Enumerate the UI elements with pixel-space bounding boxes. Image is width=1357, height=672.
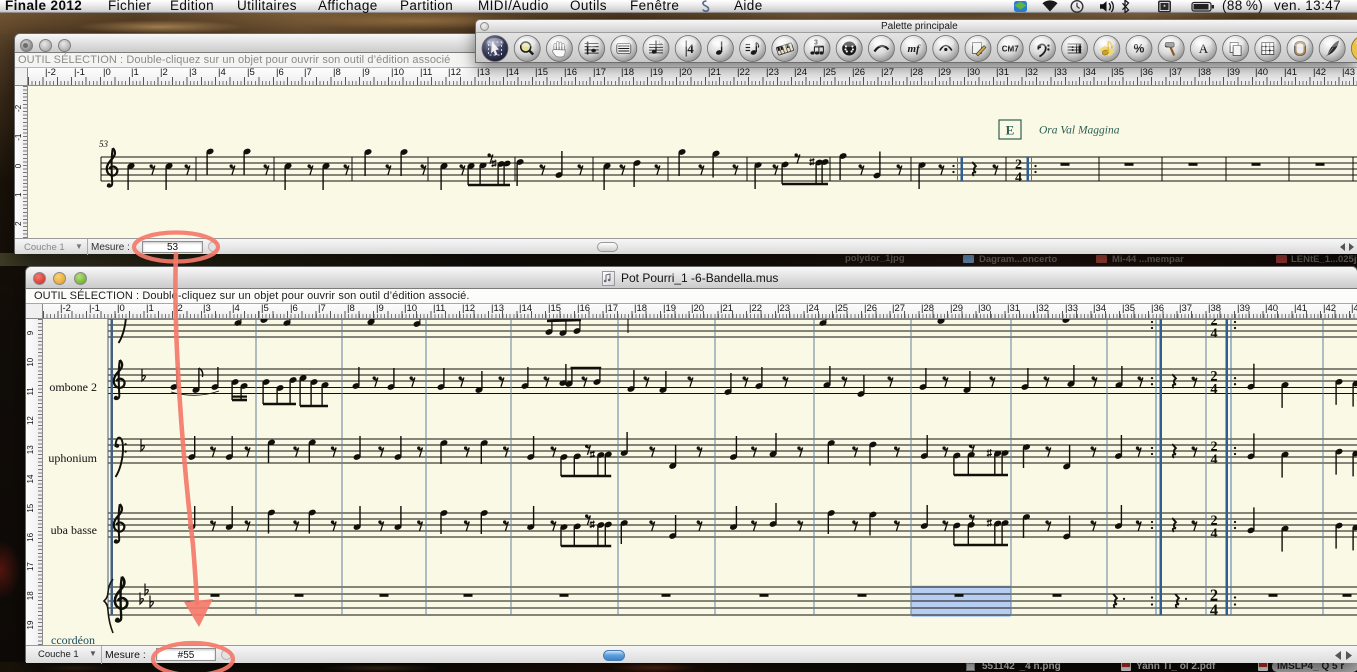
- svg-text:11: 11: [26, 387, 35, 396]
- svg-text:4: 4: [1210, 600, 1218, 619]
- svg-text:18: 18: [26, 591, 35, 600]
- svg-text:14: 14: [26, 474, 35, 483]
- svg-text:uphonium: uphonium: [48, 451, 97, 465]
- svg-text:19: 19: [26, 620, 35, 629]
- svg-text:uba basse: uba basse: [51, 523, 97, 537]
- svg-text:1: 1: [15, 192, 23, 197]
- svg-text:*: *: [1163, 4, 1166, 11]
- svg-text:E: E: [1006, 123, 1015, 138]
- svg-text:15: 15: [26, 503, 35, 512]
- svg-text:16: 16: [26, 532, 35, 541]
- svg-text:2: 2: [15, 221, 23, 226]
- svg-text:10: 10: [26, 357, 35, 366]
- svg-text:13: 13: [26, 445, 35, 454]
- svg-text:4: 4: [1015, 169, 1022, 185]
- svg-text:9: 9: [26, 330, 35, 335]
- svg-text:4: 4: [1210, 525, 1217, 541]
- svg-text:53: 53: [99, 139, 109, 149]
- svg-text:-1: -1: [15, 133, 23, 141]
- svg-text:12: 12: [26, 416, 35, 425]
- svg-text:ombone 2: ombone 2: [49, 380, 97, 394]
- svg-text:ccordéon: ccordéon: [51, 633, 95, 645]
- svg-text:-2: -2: [15, 104, 23, 112]
- svg-text:Ora Val Maggina: Ora Val Maggina: [1039, 125, 1120, 137]
- svg-text:4: 4: [1210, 382, 1217, 398]
- svg-text:4: 4: [1210, 451, 1217, 467]
- svg-text:17: 17: [26, 562, 35, 571]
- svg-text:4: 4: [1210, 325, 1217, 341]
- svg-text:0: 0: [15, 163, 23, 168]
